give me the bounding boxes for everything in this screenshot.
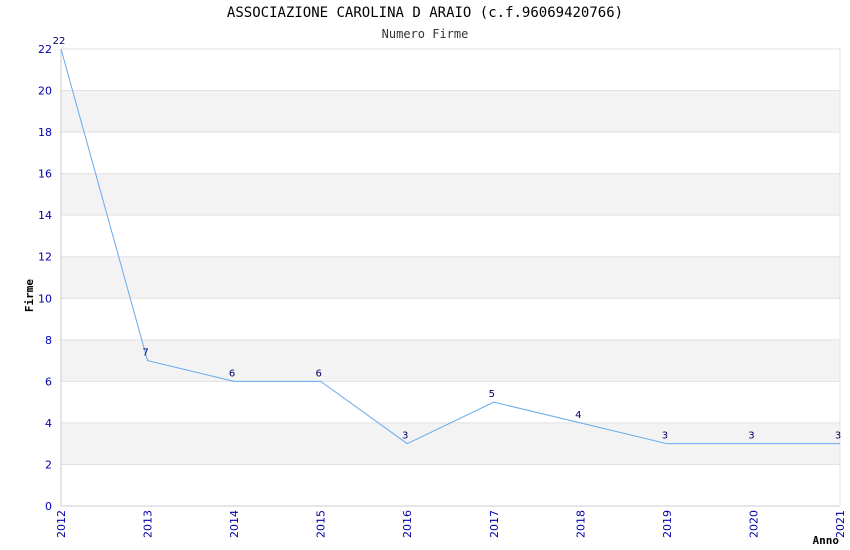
y-tick-label: 18: [38, 126, 52, 139]
y-tick-label: 22: [38, 43, 52, 56]
background-band: [61, 173, 840, 216]
data-label: 3: [748, 431, 754, 442]
y-tick-label: 12: [38, 251, 52, 264]
x-tick-label: 2016: [401, 510, 414, 538]
data-label: 3: [835, 431, 841, 442]
x-tick-label: 2014: [228, 510, 241, 538]
data-label: 5: [489, 389, 495, 400]
y-axis-label: Firme: [23, 279, 36, 312]
data-label: 3: [662, 431, 668, 442]
data-label: 4: [575, 410, 581, 421]
y-tick-label: 16: [38, 168, 52, 181]
x-tick-label: 2020: [747, 510, 760, 538]
y-tick-label: 20: [38, 85, 52, 98]
x-axis-label: Anno: [813, 534, 840, 547]
x-tick-label: 2019: [661, 510, 674, 538]
x-tick-label: 2012: [55, 510, 68, 538]
x-tick-label: 2017: [488, 510, 501, 538]
background-bands: [61, 49, 840, 506]
data-label: 6: [229, 368, 235, 379]
y-tick-label: 4: [45, 417, 52, 430]
x-tick-label: 2015: [315, 510, 328, 538]
y-tick-labels: 0 2 4 6 8 10 12 14 16 18 20 22: [38, 43, 52, 513]
y-tick-label: 2: [45, 458, 52, 471]
background-band: [61, 256, 840, 299]
x-tick-label: 2013: [142, 510, 155, 538]
background-band: [61, 339, 840, 382]
y-tick-label: 14: [38, 209, 52, 222]
x-tick-labels: 2012 2013 2014 2015 2016 2017 2018 2019 2020 2021: [55, 510, 847, 538]
data-label: 22: [53, 36, 66, 47]
data-label: 3: [402, 431, 408, 442]
y-tick-label: 6: [45, 375, 52, 388]
line-chart: 22 7 6 6 3 5 4 3 3 3 0 2 4 6 8 10 12 14 16 18 20 22 2012 2013…: [23, 36, 847, 547]
x-tick-label: 2018: [574, 510, 587, 538]
background-band: [61, 90, 840, 133]
y-tick-label: 0: [45, 500, 52, 513]
data-label: 6: [315, 368, 321, 379]
y-tick-label: 10: [38, 292, 52, 305]
y-tick-label: 8: [45, 334, 52, 347]
data-label: 7: [142, 348, 148, 359]
